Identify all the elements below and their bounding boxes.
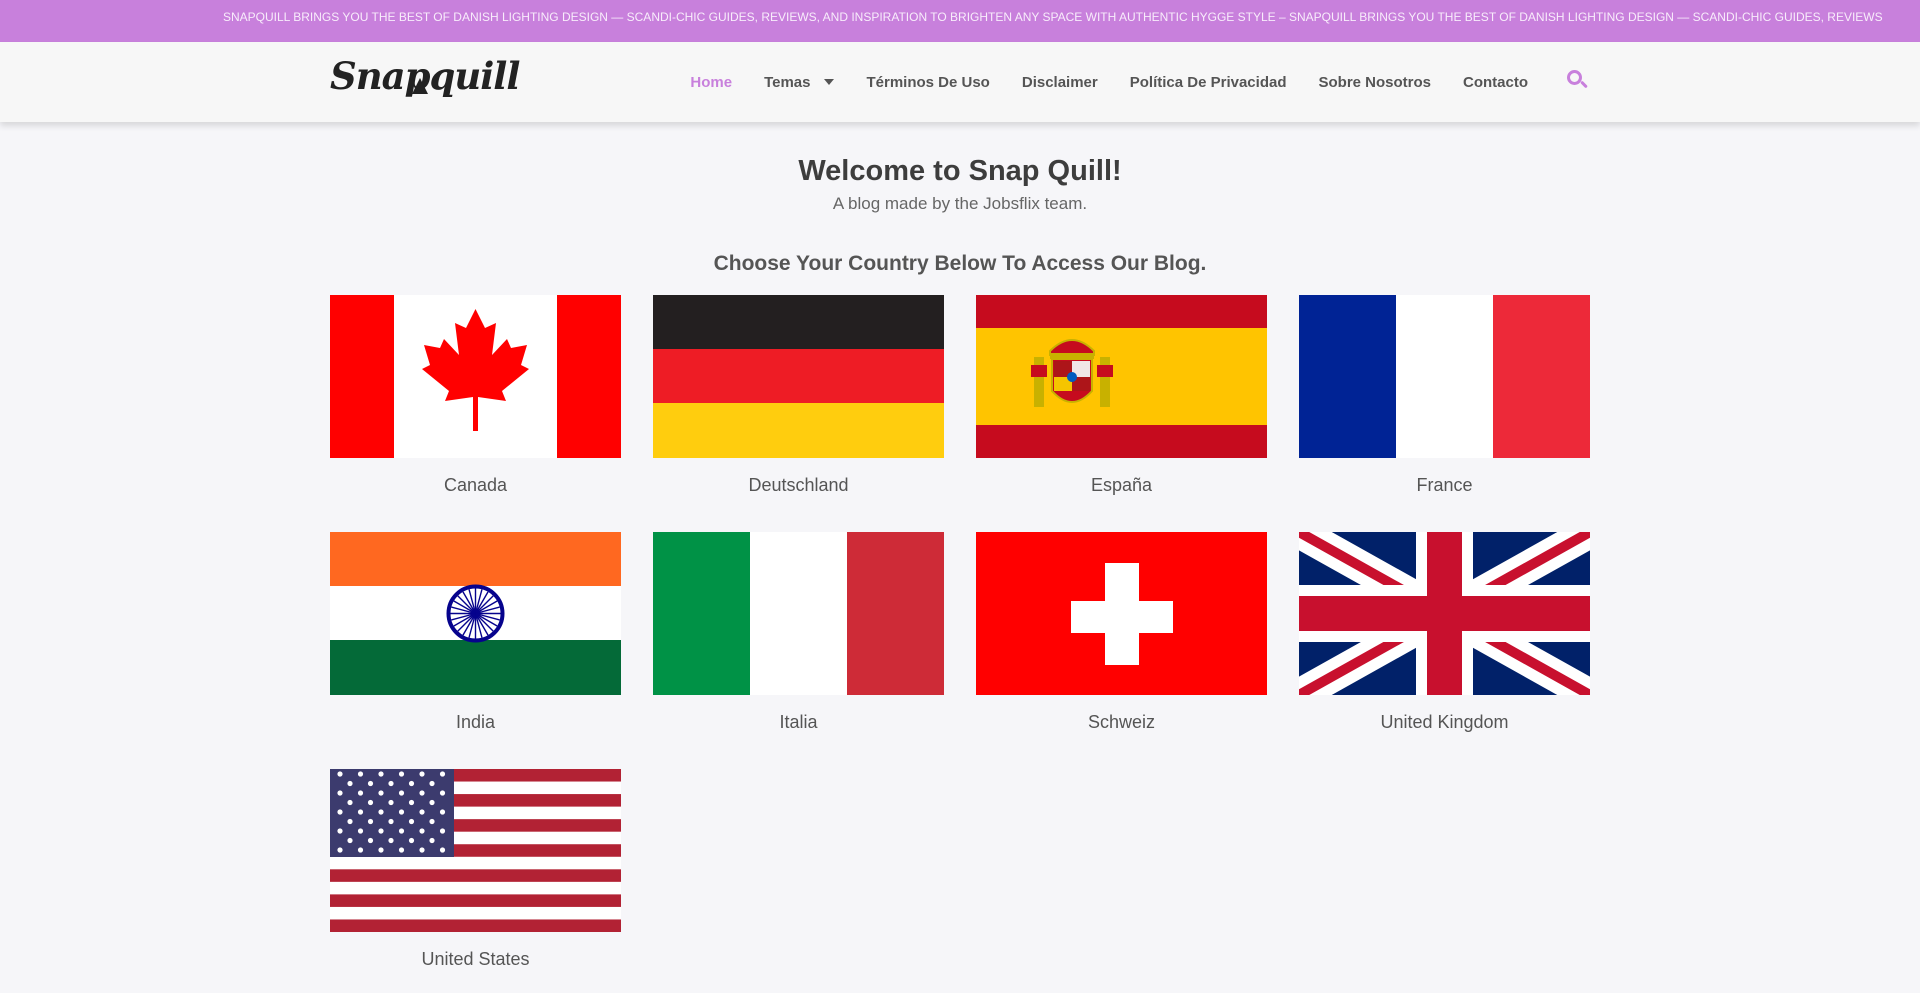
country-card-schweiz[interactable]: Schweiz bbox=[976, 532, 1267, 733]
site-header: Snapquill Home Temas Términos De Uso Dis… bbox=[0, 42, 1920, 122]
country-card-canada[interactable]: Canada bbox=[330, 295, 621, 496]
quill-icon bbox=[412, 78, 428, 94]
country-card-espana[interactable]: España bbox=[976, 295, 1267, 496]
caret-down-icon bbox=[824, 79, 835, 85]
country-label: España bbox=[1090, 475, 1153, 495]
country-card-italia[interactable]: Italia bbox=[653, 532, 944, 733]
main-nav: Home Temas Términos De Uso Disclaimer Po… bbox=[658, 42, 1590, 122]
country-card-united-states[interactable]: United States bbox=[330, 769, 621, 970]
ticker-text: SNAPQUILL BRINGS YOU THE BEST OF DANISH … bbox=[223, 10, 1883, 24]
country-label: United States bbox=[421, 949, 530, 969]
nav-privacidad[interactable]: Política De Privacidad bbox=[1130, 74, 1287, 91]
canada-flag-icon[interactable] bbox=[330, 295, 621, 458]
country-card-france[interactable]: France bbox=[1299, 295, 1590, 496]
switzerland-flag-icon[interactable] bbox=[976, 532, 1267, 695]
country-label: Canada bbox=[443, 475, 508, 495]
country-label: France bbox=[1416, 475, 1473, 495]
page-title: Welcome to Snap Quill! bbox=[798, 155, 1122, 187]
nav-temas[interactable]: Temas bbox=[764, 73, 835, 91]
country-label: Schweiz bbox=[1087, 712, 1156, 732]
nav-contacto[interactable]: Contacto bbox=[1463, 74, 1528, 91]
uk-flag-icon[interactable] bbox=[1299, 532, 1590, 695]
announcement-ticker: SNAPQUILL BRINGS YOU THE BEST OF DANISH … bbox=[0, 0, 1920, 42]
nav-disclaimer[interactable]: Disclaimer bbox=[1022, 74, 1098, 91]
nav-home[interactable]: Home bbox=[690, 74, 732, 91]
usa-flag-icon[interactable] bbox=[330, 769, 621, 932]
country-card-united-kingdom[interactable]: United Kingdom bbox=[1299, 532, 1590, 733]
nav-temas-label: Temas bbox=[764, 73, 811, 91]
country-card-deutschland[interactable]: Deutschland bbox=[653, 295, 944, 496]
nav-terminos[interactable]: Términos De Uso bbox=[866, 74, 989, 91]
france-flag-icon[interactable] bbox=[1299, 295, 1590, 458]
search-icon[interactable] bbox=[1566, 70, 1590, 94]
country-label: Deutschland bbox=[748, 475, 849, 495]
india-flag-icon[interactable] bbox=[330, 532, 621, 695]
spain-flag-icon[interactable] bbox=[976, 295, 1267, 458]
hero: Welcome to Snap Quill! A blog made by th… bbox=[0, 155, 1920, 276]
country-grid: Canada Deutschland España France India I… bbox=[330, 295, 1590, 970]
country-label: United Kingdom bbox=[1380, 712, 1509, 732]
country-label: Italia bbox=[779, 712, 818, 732]
italy-flag-icon[interactable] bbox=[653, 532, 944, 695]
country-card-india[interactable]: India bbox=[330, 532, 621, 733]
page-subtitle: A blog made by the Jobsflix team. bbox=[832, 194, 1088, 213]
germany-flag-icon[interactable] bbox=[653, 295, 944, 458]
country-prompt: Choose Your Country Below To Access Our … bbox=[713, 252, 1207, 275]
country-label: India bbox=[455, 712, 496, 732]
nav-sobre-nosotros[interactable]: Sobre Nosotros bbox=[1318, 74, 1431, 91]
